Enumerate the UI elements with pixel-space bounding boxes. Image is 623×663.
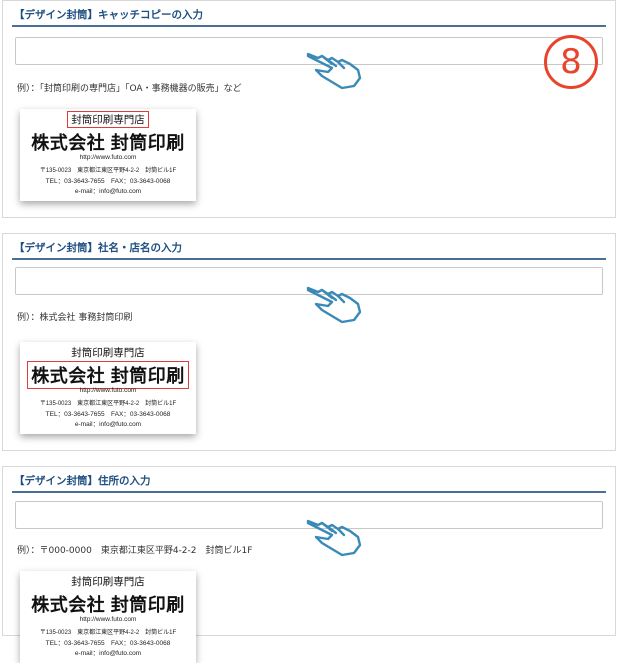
card-email: e-mail：info@futo.com — [74, 650, 142, 657]
pointing-hand-icon — [306, 519, 362, 557]
section-header: 【デザイン封筒】社名・店名の入力 — [12, 234, 606, 260]
section-title: 【デザイン封筒】社名・店名の入力 — [14, 242, 182, 254]
example-text: 例）：〒000-0000 東京都江東区平野4-2-2 封筒ビル1F — [17, 546, 253, 556]
card-url: http://www.futo.com — [79, 154, 137, 161]
business-card-preview: 封筒印刷専門店 株式会社 封筒印刷 http://www.futo.com 〒1… — [20, 571, 196, 663]
section-header: 【デザイン封筒】キャッチコピーの入力 — [12, 1, 606, 27]
card-email: e-mail：info@futo.com — [74, 188, 142, 195]
pointing-hand-icon — [306, 286, 362, 324]
card-email: e-mail：info@futo.com — [74, 421, 142, 428]
card-address: 〒135-0023 東京都江東区平野4-2-2 封筒ビル1F — [39, 168, 177, 174]
card-address: 〒135-0023 東京都江東区平野4-2-2 封筒ビル1F — [39, 401, 177, 407]
business-card-preview: 封筒印刷専門店 株式会社 封筒印刷 http://www.futo.com 〒1… — [20, 109, 196, 201]
pointing-hand-icon — [306, 52, 362, 90]
example-text: 例）：「封筒印刷の専門店」「OA・事務機器の販売」など — [17, 84, 242, 94]
section-title: 【デザイン封筒】住所の入力 — [14, 475, 151, 487]
card-catch-copy: 封筒印刷専門店 — [71, 347, 145, 359]
example-text: 例）：株式会社 事務封筒印刷 — [17, 313, 133, 323]
card-company-name: 株式会社 封筒印刷 — [20, 361, 196, 389]
section-header: 【デザイン封筒】住所の入力 — [12, 467, 606, 493]
business-card-preview: 封筒印刷専門店 株式会社 封筒印刷 http://www.futo.com 〒1… — [20, 342, 196, 434]
company-name-section: 【デザイン封筒】社名・店名の入力 例）：株式会社 事務封筒印刷 封筒印刷専門店 … — [2, 233, 616, 451]
card-company-name: 株式会社 封筒印刷 — [31, 133, 185, 153]
step-number-badge: 8 — [544, 35, 598, 89]
card-tel-fax: TEL：03-3643-7655 FAX：03-3643-0068 — [45, 178, 171, 185]
section-title: 【デザイン封筒】キャッチコピーの入力 — [14, 9, 203, 21]
card-url: http://www.futo.com — [79, 387, 137, 394]
card-tel-fax: TEL：03-3643-7655 FAX：03-3643-0068 — [45, 640, 171, 647]
card-catch-copy: 封筒印刷専門店 — [71, 576, 145, 588]
card-url: http://www.futo.com — [79, 616, 137, 623]
card-tel-fax: TEL：03-3643-7655 FAX：03-3643-0068 — [45, 411, 171, 418]
card-address: 〒135-0023 東京都江東区平野4-2-2 封筒ビル1F — [39, 630, 177, 636]
card-company-name: 株式会社 封筒印刷 — [31, 595, 185, 615]
catch-copy-section: 【デザイン封筒】キャッチコピーの入力 例）：「封筒印刷の専門店」「OA・事務機器… — [2, 0, 616, 218]
card-catch-copy: 封筒印刷専門店 — [20, 111, 196, 128]
